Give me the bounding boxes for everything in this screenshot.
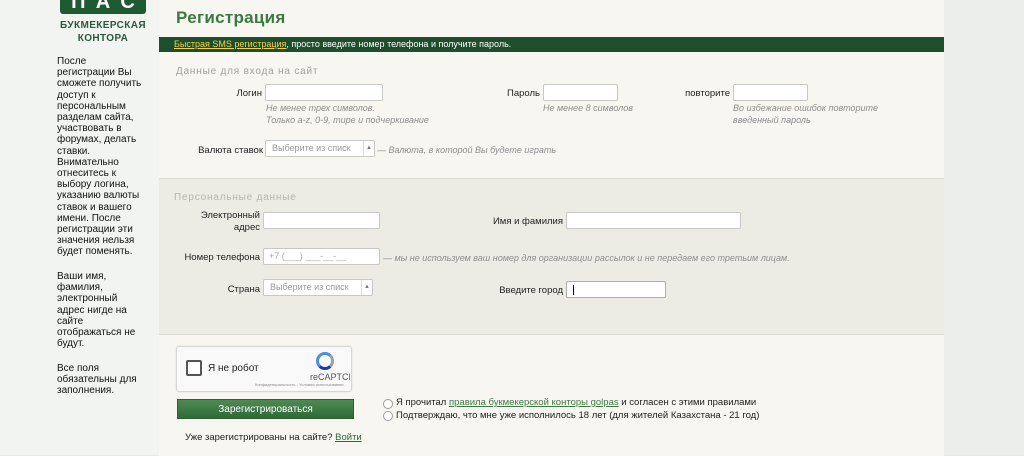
recaptcha-label: Я не робот [208, 363, 259, 374]
login-input[interactable] [265, 84, 383, 101]
right-background [944, 0, 1024, 455]
sms-registration-text: , просто введите номер телефона и получи… [286, 39, 512, 49]
text-cursor [573, 285, 574, 295]
page-title: Регистрация [176, 8, 286, 27]
country-select[interactable]: Выберите из списк ▲ [263, 279, 373, 296]
logo-letter: П [71, 0, 86, 13]
sidebar-info-text: После регистрации Вы сможете получить до… [57, 56, 142, 258]
login-link[interactable]: Войти [335, 432, 362, 443]
sidebar-required-text: Все поля обязательны для заполнения. [57, 363, 137, 397]
full-name-input[interactable] [566, 212, 741, 229]
sidebar-privacy-text: Ваши имя, фамилия, электронный адрес ниг… [57, 271, 136, 350]
login-hint: Не менее трех символов. Только a-z, 0-9,… [266, 103, 429, 125]
logo[interactable]: П А С [60, 0, 146, 14]
email-input[interactable] [263, 212, 380, 229]
logo-subtitle-line1: БУКМЕКЕРСКАЯ [60, 20, 146, 31]
recaptcha-terms: Конфиденциальность - Условия использован… [255, 382, 344, 387]
currency-hint: — Валюта, в которой Вы будете играть [377, 145, 557, 155]
sms-registration-link[interactable]: Быстрая SMS регистрация [174, 39, 286, 49]
currency-select-value: Выберите из списк [272, 143, 351, 153]
phone-label: Номер телефона [184, 252, 260, 263]
logo-letter: С [120, 0, 135, 13]
password-label: Пароль [507, 88, 540, 99]
password-hint: Не менее 8 символов [543, 103, 633, 113]
country-select-value: Выберите из списк [270, 282, 349, 292]
full-name-label: Имя и фамилия [492, 216, 563, 227]
logo-subtitle-line2: КОНТОРА [77, 33, 129, 44]
logo-letter: А [95, 0, 111, 13]
login-section-legend: Данные для входа на сайт [176, 66, 319, 77]
country-label: Страна [227, 284, 260, 295]
age-confirm-text: Подтверждаю, что мне уже исполнилось 18 … [396, 410, 760, 421]
recaptcha-brand: reCAPTCHA [310, 372, 350, 382]
currency-select[interactable]: Выберите из списк ▲ [265, 140, 375, 157]
city-input[interactable] [566, 281, 666, 298]
repeat-password-hint: Во избежание ошибок повторите введенный … [733, 103, 878, 125]
register-button[interactable]: Зарегистрироваться [177, 399, 354, 419]
rules-link[interactable]: правила букмекерской конторы golpas [449, 397, 619, 408]
recaptcha-logo-icon [316, 352, 334, 370]
personal-section-legend: Персональные данные [174, 192, 297, 203]
rules-agree-text: Я прочитал правила букмекерской конторы … [396, 397, 757, 408]
recaptcha-widget: Я не робот reCAPTCHA Конфиденциальность … [176, 346, 352, 392]
age-confirm-radio[interactable] [383, 411, 393, 421]
login-label: Логин [236, 88, 262, 99]
password-input[interactable] [543, 84, 618, 101]
currency-label: Валюта ставок [198, 145, 263, 156]
rules-agree-radio[interactable] [383, 399, 393, 409]
phone-hint: — мы не используем ваш номер для организ… [383, 253, 790, 263]
email-label: Электронный адрес [200, 210, 260, 233]
city-label: Введите город [499, 285, 563, 296]
already-registered: Уже зарегистрированы на сайте? Войти [185, 432, 362, 443]
phone-input[interactable]: +7 (___) ___-__-__ [263, 248, 380, 265]
repeat-password-input[interactable] [733, 84, 808, 101]
sms-registration-bar: Быстрая SMS регистрация, просто введите … [159, 37, 944, 52]
dropdown-arrow-icon: ▲ [361, 280, 372, 295]
recaptcha-checkbox[interactable] [186, 360, 202, 376]
dropdown-arrow-icon: ▲ [363, 141, 374, 156]
repeat-password-label: повторите [685, 88, 730, 99]
